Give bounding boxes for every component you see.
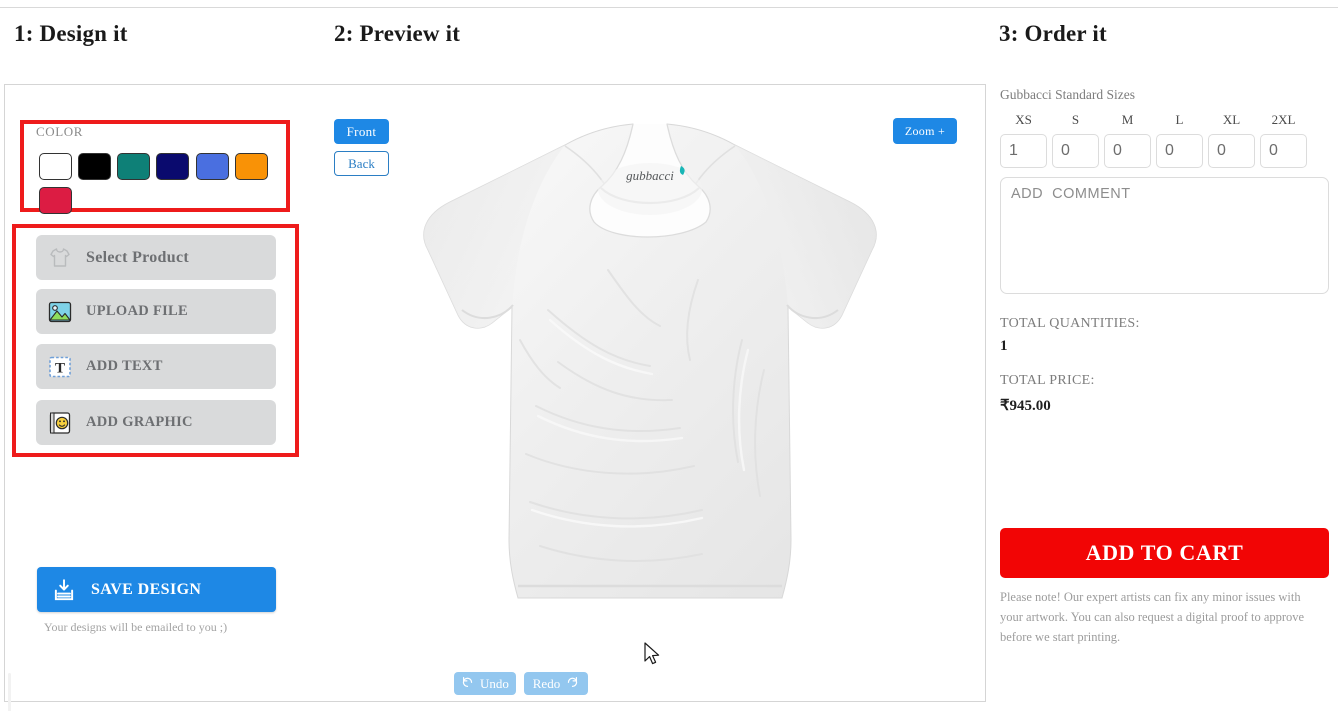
size-input-m[interactable] bbox=[1104, 134, 1151, 168]
tshirt-designer-page: 1: Design it 2: Preview it 3: Order it C… bbox=[0, 0, 1338, 711]
size-input-s[interactable] bbox=[1052, 134, 1099, 168]
svg-text:T: T bbox=[55, 360, 65, 376]
total-price-label: TOTAL PRICE: bbox=[1000, 373, 1095, 388]
add-text-button[interactable]: T ADD TEXT bbox=[36, 344, 276, 389]
comment-textarea[interactable] bbox=[1000, 177, 1329, 294]
brand-label: gubbacci bbox=[626, 168, 674, 183]
image-icon bbox=[48, 300, 72, 324]
size-label-xl: XL bbox=[1222, 112, 1241, 127]
upload-file-label: UPLOAD FILE bbox=[86, 303, 188, 319]
size-field-xl: XL bbox=[1208, 112, 1255, 168]
redo-button[interactable]: Redo bbox=[524, 672, 588, 695]
add-to-cart-button[interactable]: ADD TO CART bbox=[1000, 528, 1329, 578]
color-swatch-black[interactable] bbox=[78, 153, 111, 180]
size-input-xs[interactable] bbox=[1000, 134, 1047, 168]
size-input-2xl[interactable] bbox=[1260, 134, 1307, 168]
size-field-s: S bbox=[1052, 112, 1099, 168]
size-label-s: S bbox=[1071, 112, 1080, 127]
size-input-l[interactable] bbox=[1156, 134, 1203, 168]
panel-divider bbox=[985, 84, 986, 702]
size-input-xl[interactable] bbox=[1208, 134, 1255, 168]
color-swatch-teal[interactable] bbox=[117, 153, 150, 180]
add-graphic-button[interactable]: ADD GRAPHIC bbox=[36, 400, 276, 445]
total-price-value: ₹945.00 bbox=[1000, 398, 1051, 414]
size-field-m: M bbox=[1104, 112, 1151, 168]
step3-heading: 3: Order it bbox=[999, 21, 1107, 46]
color-swatch-navy[interactable] bbox=[156, 153, 189, 180]
tshirt-icon bbox=[48, 246, 72, 270]
mouse-cursor bbox=[644, 642, 662, 668]
total-quantities-value: 1 bbox=[1000, 338, 1008, 354]
color-label: COLOR bbox=[36, 124, 84, 139]
size-label-m: M bbox=[1121, 112, 1134, 127]
size-field-l: L bbox=[1156, 112, 1203, 168]
undo-label: Undo bbox=[480, 675, 509, 691]
step2-heading: 2: Preview it bbox=[334, 21, 461, 46]
color-swatch-orange[interactable] bbox=[235, 153, 268, 180]
size-label-xs: XS bbox=[1015, 112, 1032, 127]
order-note: Please note! Our expert artists can fix … bbox=[1000, 590, 1305, 644]
add-text-label: ADD TEXT bbox=[86, 358, 163, 374]
scroll-indicator[interactable] bbox=[8, 673, 11, 711]
save-design-label: SAVE DESIGN bbox=[91, 580, 202, 598]
top-divider bbox=[0, 7, 1338, 8]
standard-sizes-title: Gubbacci Standard Sizes bbox=[1000, 87, 1135, 102]
select-product-label: Select Product bbox=[86, 248, 189, 266]
redo-label: Redo bbox=[532, 675, 561, 691]
smiley-icon bbox=[48, 411, 72, 435]
size-field-2xl: 2XL bbox=[1260, 112, 1307, 168]
tshirt-preview[interactable]: gubbacci bbox=[350, 110, 950, 655]
color-swatch-white[interactable] bbox=[39, 153, 72, 180]
redo-icon bbox=[566, 675, 579, 692]
undo-button[interactable]: Undo bbox=[454, 672, 516, 695]
step1-heading: 1: Design it bbox=[14, 21, 128, 46]
save-design-button[interactable]: SAVE DESIGN bbox=[37, 567, 276, 612]
undo-icon bbox=[461, 675, 474, 692]
save-design-note: Your designs will be emailed to you ;) bbox=[44, 620, 228, 634]
size-label-l: L bbox=[1175, 112, 1184, 127]
total-quantities-label: TOTAL QUANTITIES: bbox=[1000, 316, 1140, 331]
size-field-xs: XS bbox=[1000, 112, 1047, 168]
text-icon: T bbox=[48, 355, 72, 379]
select-product-button[interactable]: Select Product bbox=[36, 235, 276, 280]
save-icon bbox=[51, 577, 77, 603]
size-label-2xl: 2XL bbox=[1271, 112, 1296, 127]
color-swatch-royal-blue[interactable] bbox=[196, 153, 229, 180]
color-swatch-crimson[interactable] bbox=[39, 187, 72, 214]
upload-file-button[interactable]: UPLOAD FILE bbox=[36, 289, 276, 334]
add-graphic-label: ADD GRAPHIC bbox=[86, 414, 193, 430]
